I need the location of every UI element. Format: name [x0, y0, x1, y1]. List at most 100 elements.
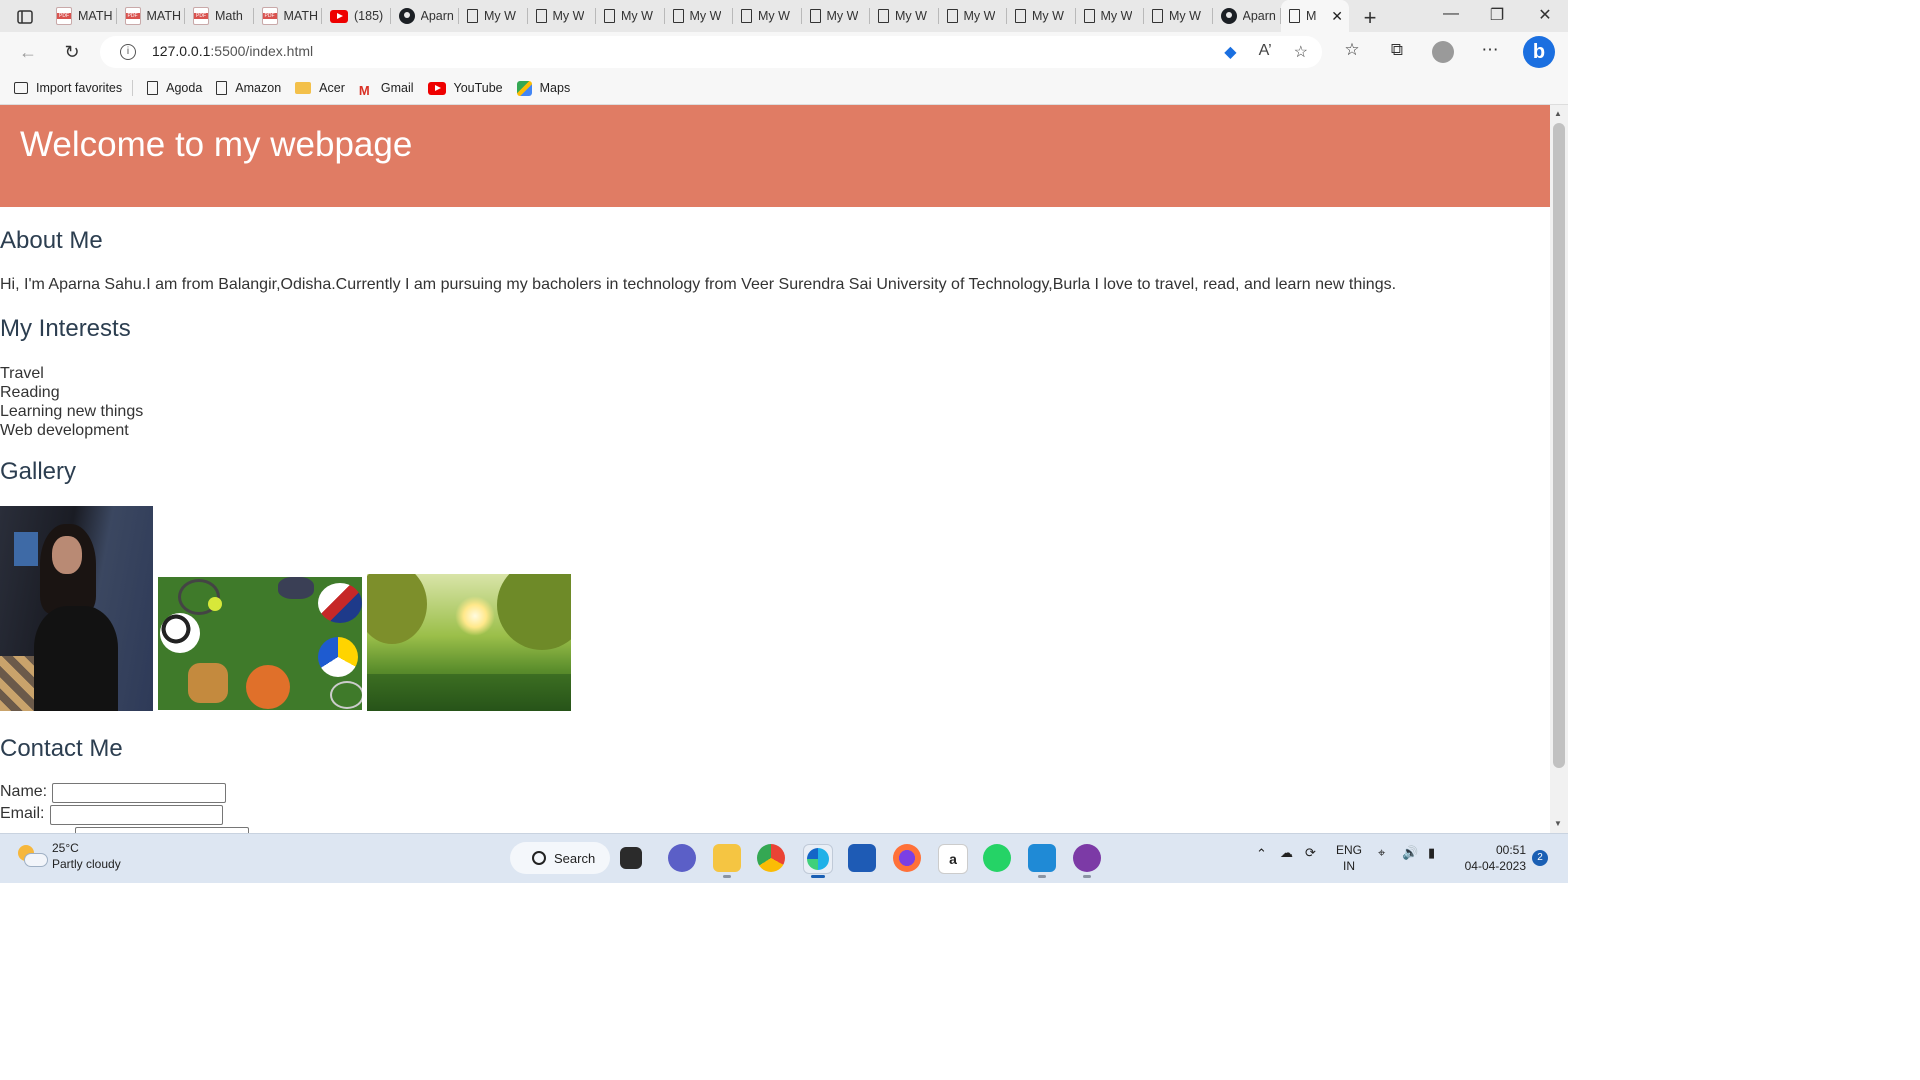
browser-tab[interactable]: Math	[185, 0, 254, 32]
address-bar[interactable]: i 127.0.0.1:5500/index.html ◆ A’ ☆	[100, 36, 1322, 68]
chrome-icon[interactable]	[757, 844, 785, 872]
tab-strip: MATH MATH Math MATH (185) Aparn My W My W My W My…	[0, 0, 1568, 32]
browser-tab[interactable]: MATH	[48, 0, 117, 32]
tab-actions-button[interactable]	[12, 6, 38, 28]
firefox-icon[interactable]	[893, 844, 921, 872]
task-view-icon[interactable]	[620, 847, 642, 869]
tab-label: My W	[484, 9, 516, 23]
scroll-down-icon[interactable]: ▼	[1554, 819, 1562, 828]
favorite-label: Amazon	[235, 81, 282, 95]
browser-tab[interactable]: My W	[870, 0, 939, 32]
wifi-icon[interactable]: ⌖	[1378, 845, 1385, 861]
tab-label: My W	[895, 9, 927, 23]
refresh-button[interactable]: ↻	[60, 40, 84, 64]
read-aloud-icon[interactable]: A’	[1259, 42, 1272, 62]
browser-tab[interactable]: My W	[733, 0, 802, 32]
bing-chat-icon[interactable]: b	[1523, 36, 1555, 68]
file-explorer-icon[interactable]	[713, 844, 741, 872]
browser-tab[interactable]: My W	[802, 0, 871, 32]
browser-tab[interactable]: MATH	[254, 0, 323, 32]
search-label: Search	[554, 850, 596, 866]
vscode-icon[interactable]	[1028, 844, 1056, 872]
back-button[interactable]: ←	[16, 40, 40, 64]
browser-tab[interactable]: My W	[528, 0, 597, 32]
favorite-agoda[interactable]: Agoda	[147, 81, 202, 95]
browser-tab[interactable]: My W	[939, 0, 1008, 32]
battery-icon[interactable]: ▮	[1428, 845, 1435, 861]
doc-icon	[535, 9, 547, 23]
favorite-acer[interactable]: Acer	[295, 81, 345, 95]
scrollbar-thumb[interactable]	[1553, 123, 1565, 768]
taskbar: 25°C Partly cloudy Search a ⌃ ☁ ⟳ ENG IN…	[0, 833, 1568, 883]
browser-tab[interactable]: MATH	[117, 0, 186, 32]
browser-tab[interactable]: My W	[459, 0, 528, 32]
doc-icon	[809, 9, 821, 23]
browser-tab[interactable]: My W	[665, 0, 734, 32]
start-button[interactable]	[470, 845, 496, 871]
favorites-icon[interactable]: ☆	[1340, 40, 1364, 60]
scroll-up-icon[interactable]: ▲	[1554, 109, 1562, 118]
favorite-label: Import favorites	[36, 81, 123, 95]
github-desktop-icon[interactable]	[1073, 844, 1101, 872]
browser-toolbar: ← ↻ i 127.0.0.1:5500/index.html ◆ A’ ☆ ☆…	[0, 32, 1568, 72]
email-field[interactable]	[50, 805, 223, 825]
onedrive-icon[interactable]: ☁	[1280, 845, 1293, 861]
favorite-import-favorites[interactable]: Import favorites	[14, 81, 122, 95]
favorites-divider	[132, 80, 134, 96]
tab-label: My W	[963, 9, 996, 23]
tab-label: My W	[826, 9, 859, 23]
weather-temp: 25°C	[52, 841, 79, 855]
name-label: Name:	[0, 783, 48, 800]
close-window-button[interactable]: ✕	[1530, 5, 1560, 25]
url-text[interactable]: 127.0.0.1:5500/index.html	[152, 43, 313, 59]
notification-badge[interactable]: 2	[1532, 850, 1548, 866]
browser-tab[interactable]: (185)	[322, 0, 391, 32]
minimize-button[interactable]: —	[1436, 5, 1466, 23]
volume-icon[interactable]: 🔊	[1402, 845, 1418, 861]
close-tab-icon[interactable]: ✕	[1331, 8, 1343, 25]
teams-chat-icon[interactable]	[668, 844, 696, 872]
browser-tab[interactable]: My W	[1076, 0, 1145, 32]
sneaker	[278, 577, 314, 599]
amazon-icon[interactable]: a	[938, 844, 968, 874]
browser-tab[interactable]: Aparn	[391, 0, 460, 32]
restore-button[interactable]: ❐	[1482, 5, 1512, 25]
favorite-youtube[interactable]: YouTube	[427, 81, 503, 95]
browser-tab[interactable]: My W	[1007, 0, 1076, 32]
favorite-maps[interactable]: Maps	[516, 80, 570, 96]
show-hidden-icons[interactable]: ⌃	[1256, 846, 1267, 862]
whatsapp-icon[interactable]	[983, 844, 1011, 872]
favorites-bar: Import favorites Agoda Amazon Acer M Gmail You…	[0, 72, 1568, 105]
browser-tab[interactable]: My W	[596, 0, 665, 32]
email-label: Email:	[0, 805, 45, 822]
more-options-icon[interactable]: ⋯	[1478, 40, 1502, 60]
site-info-icon[interactable]: i	[120, 44, 136, 60]
shopping-tag-icon[interactable]: ◆	[1224, 42, 1236, 62]
profile-avatar[interactable]	[1432, 41, 1454, 63]
sync-icon[interactable]: ⟳	[1305, 845, 1316, 861]
collections-icon[interactable]: ⧉	[1385, 40, 1409, 60]
taskbar-search[interactable]: Search	[510, 842, 610, 874]
language-indicator[interactable]: ENG IN	[1336, 842, 1362, 874]
system-clock[interactable]: 00:51 04-04-2023	[1458, 842, 1526, 874]
pdf-icon	[261, 7, 278, 25]
add-favorite-icon[interactable]: ☆	[1294, 42, 1308, 62]
browser-tab[interactable]: Aparn	[1213, 0, 1282, 32]
page-scrollbar[interactable]: ▲ ▼	[1550, 105, 1568, 833]
new-tab-button[interactable]: +	[1358, 5, 1382, 31]
favorite-gmail[interactable]: M Gmail	[359, 81, 414, 98]
browser-tab[interactable]: My W	[1144, 0, 1213, 32]
favorite-amazon[interactable]: Amazon	[216, 81, 281, 95]
browser-tab-active[interactable]: M ✕	[1281, 0, 1349, 32]
tab-label: Aparn	[1242, 9, 1276, 23]
tab-label: M	[1306, 9, 1317, 23]
doc-icon	[1289, 9, 1300, 23]
running-indicator	[723, 875, 731, 878]
weather-widget[interactable]: 25°C Partly cloudy	[16, 840, 121, 872]
tab-label: My W	[1100, 9, 1133, 23]
page-viewport: Welcome to my webpage About Me Hi, I'm A…	[0, 105, 1550, 833]
tab-label: Math	[215, 9, 243, 23]
name-field[interactable]	[52, 783, 226, 803]
store-icon[interactable]	[848, 844, 876, 872]
edge-taskbar-button[interactable]	[803, 844, 833, 874]
